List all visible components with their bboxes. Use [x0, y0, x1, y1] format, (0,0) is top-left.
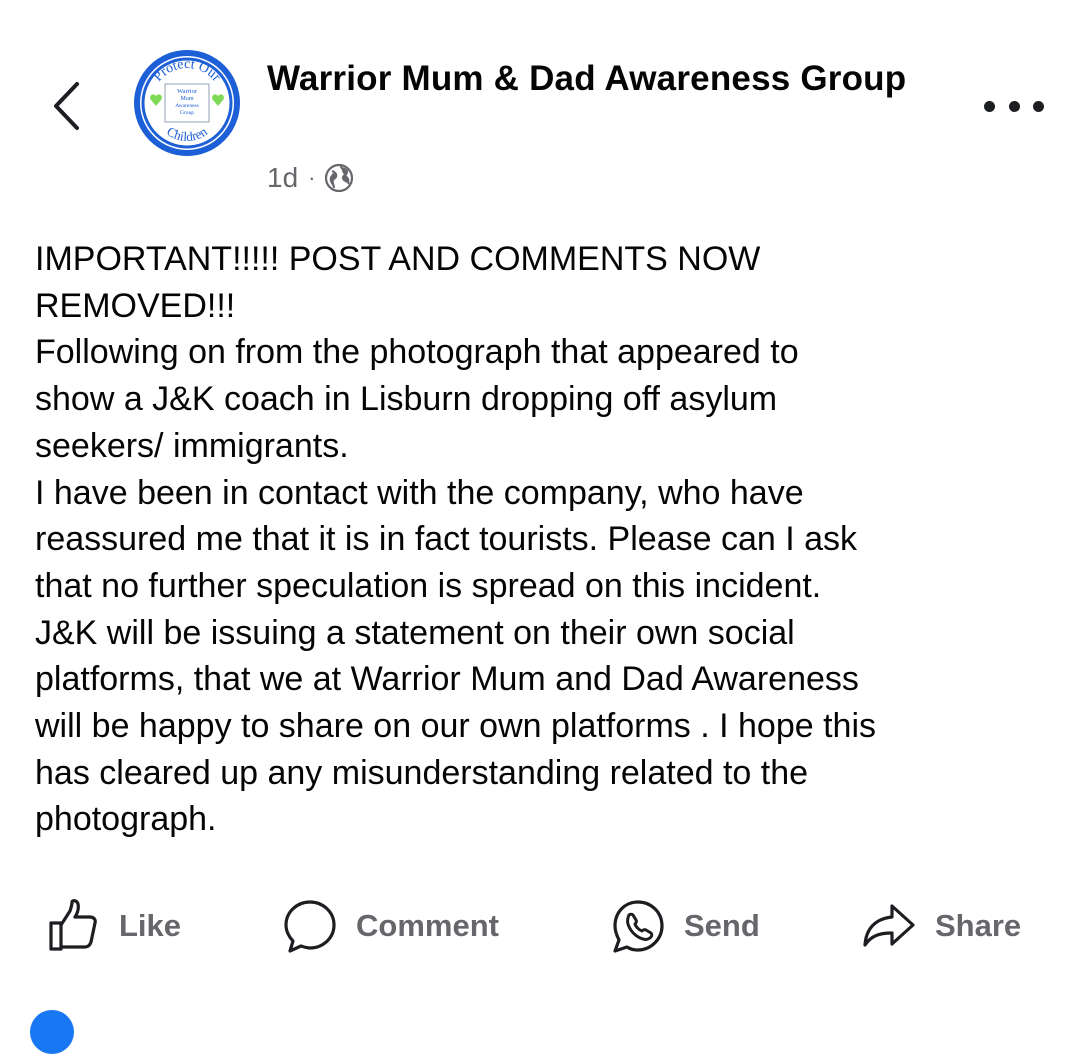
post-line: that no further speculation is spread on…	[35, 566, 822, 605]
post-line: Following on from the photograph that ap…	[35, 333, 799, 372]
logo-line-4: Group	[180, 110, 194, 116]
post-line: J&K will be issuing a statement on their…	[35, 613, 795, 652]
author-name[interactable]: Warrior Mum & Dad Awareness Group	[267, 52, 907, 105]
post-line: platforms, that we at Warrior Mum and Da…	[35, 660, 859, 699]
timestamp[interactable]: 1d	[267, 162, 298, 194]
more-options-button[interactable]	[984, 88, 1044, 124]
share-icon	[863, 904, 915, 947]
more-dot	[1008, 100, 1020, 112]
more-horizontal-icon	[984, 100, 995, 112]
comment-icon	[284, 900, 336, 953]
post-line: will be happy to share on our own platfo…	[35, 707, 877, 746]
send-button[interactable]: Send	[610, 890, 760, 962]
globe-icon	[325, 163, 354, 193]
like-label: Like	[119, 908, 182, 943]
like-button[interactable]: Like	[47, 890, 181, 962]
post-text: IMPORTANT!!!!! POST AND COMMENTS NOW REM…	[35, 236, 1045, 843]
action-bar: Like Comment Send Share	[0, 890, 1080, 962]
reaction-avatar	[30, 1010, 74, 1054]
comment-button[interactable]: Comment	[282, 890, 499, 962]
post-line: has cleared up any misunderstanding rela…	[35, 753, 809, 792]
more-dot	[1033, 100, 1044, 112]
avatar[interactable]: Protect Our Children Warrior Mum Awarene…	[132, 48, 242, 158]
whatsapp-icon	[613, 900, 664, 953]
back-button[interactable]	[44, 76, 88, 136]
logo-line-3: Awareness	[175, 103, 199, 109]
comment-label: Comment	[356, 908, 499, 943]
post-line: IMPORTANT!!!!! POST AND COMMENTS NOW	[35, 240, 761, 278]
thumbs-up-icon	[49, 899, 97, 951]
group-logo: Protect Our Children Warrior Mum Awarene…	[134, 50, 240, 156]
post-meta: 1d ·	[267, 158, 354, 198]
logo-line-2: Mum	[180, 96, 193, 102]
share-button[interactable]: Share	[861, 890, 1021, 962]
post-line: show a J&K coach in Lisburn dropping off…	[35, 380, 778, 419]
post-line: REMOVED!!!	[35, 286, 236, 325]
post-line: seekers/ immigrants.	[35, 426, 349, 465]
post-line: photograph.	[35, 800, 217, 839]
share-label: Share	[935, 908, 1022, 943]
send-label: Send	[684, 908, 760, 943]
logo-line-1: Warrior	[177, 88, 198, 95]
chevron-left-icon	[54, 82, 79, 130]
post-line: reassured me that it is in fact tourists…	[35, 520, 858, 559]
meta-separator: ·	[308, 165, 316, 190]
post-line: I have been in contact with the company,…	[35, 473, 804, 512]
